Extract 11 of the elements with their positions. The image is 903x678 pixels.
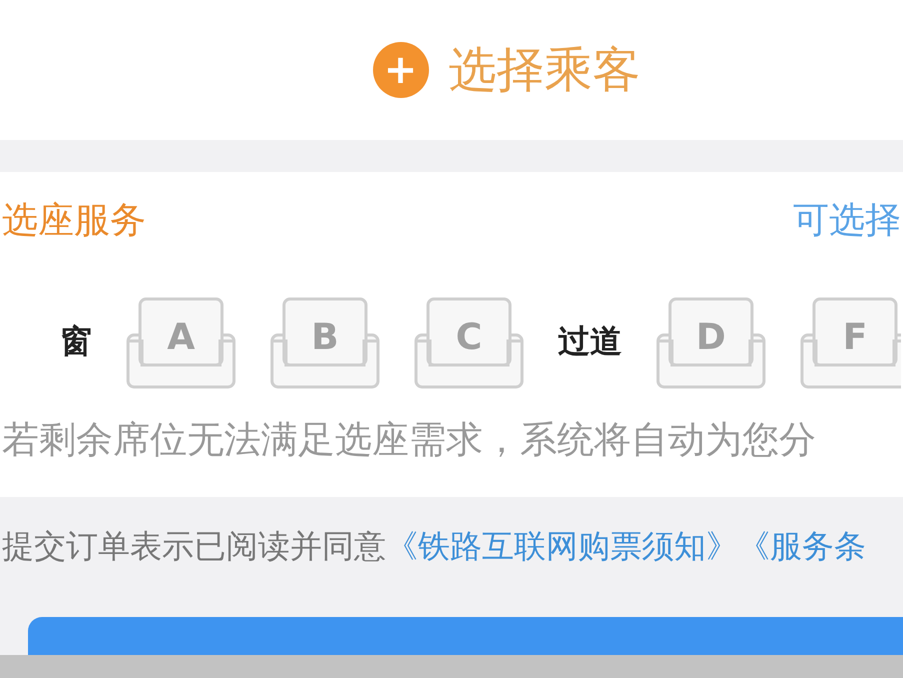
submit-button[interactable]	[28, 617, 903, 655]
hint-text: 若剩余席位无法满足选座需求，系统将自动为您分	[2, 417, 817, 463]
agreement-link[interactable]: 《铁路互联网购票须知》	[386, 527, 738, 565]
seat-position-label: 过道	[558, 321, 622, 362]
seat-position-label: 窗	[60, 321, 92, 362]
add-passenger-button[interactable]: +	[372, 42, 428, 98]
selectable-link[interactable]: 可选择	[793, 196, 901, 245]
agreement-link[interactable]: 《服务条	[738, 527, 866, 565]
section-title: 选座服务	[2, 199, 146, 243]
agreement-text: 提交订单表示已阅读并同意《铁路互联网购票须知》《服务条	[1, 526, 867, 567]
select-passenger-link[interactable]: 选择乘客	[448, 38, 640, 102]
